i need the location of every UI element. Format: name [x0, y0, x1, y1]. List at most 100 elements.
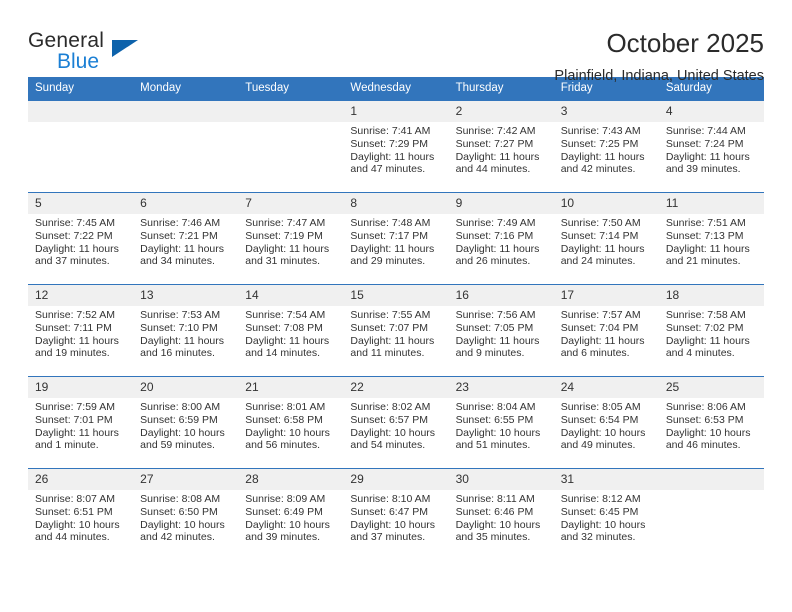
daylight-duration-line2: and 51 minutes.	[455, 439, 531, 452]
daylight-duration-line2: and 24 minutes.	[560, 255, 636, 268]
calendar-body: 1 Sunrise: 7:41 AM Sunset: 7:29 PM Daylight…	[28, 100, 764, 560]
calendar-day-cell[interactable]: 15 Sunrise: 7:55 AM Sunset: 7:07 PM Dayligh…	[343, 284, 449, 377]
daylight-duration-line1: Daylight: 10 hours	[245, 518, 330, 531]
day-sun-info: Sunrise: 7:54 AM Sunset: 7:08 PM Daylight:…	[238, 306, 343, 360]
calendar-day-cell[interactable]: 1 Sunrise: 7:41 AM Sunset: 7:29 PM Daylight…	[343, 100, 449, 193]
daylight-duration-line1: Daylight: 11 hours	[455, 150, 540, 163]
daylight-duration-line1: Daylight: 10 hours	[560, 518, 646, 531]
daylight-duration-line2: and 44 minutes.	[455, 163, 531, 176]
weekday-header-sunday: Sunday	[28, 77, 134, 101]
day-sun-info: Sunrise: 8:00 AM Sunset: 6:59 PM Daylight:…	[133, 398, 238, 452]
sunset-time: Sunset: 6:47 PM	[350, 505, 429, 518]
calendar-day-cell[interactable]: 24 Sunrise: 8:05 AM Sunset: 6:54 PM Dayligh…	[553, 376, 659, 469]
calendar-day-cell[interactable]: 25 Sunrise: 8:06 AM Sunset: 6:53 PM Dayligh…	[658, 376, 764, 469]
daylight-duration-line1: Daylight: 11 hours	[665, 150, 750, 163]
calendar-day-cell[interactable]: 20 Sunrise: 8:00 AM Sunset: 6:59 PM Dayligh…	[133, 376, 239, 469]
day-sun-info: Sunrise: 7:57 AM Sunset: 7:04 PM Daylight:…	[554, 306, 659, 360]
sunrise-time: Sunrise: 7:44 AM	[665, 125, 746, 137]
daylight-duration-line2: and 39 minutes.	[245, 531, 320, 544]
calendar-week-row: 12 Sunrise: 7:52 AM Sunset: 7:11 PM Dayligh…	[28, 284, 764, 377]
general-blue-logo[interactable]: General Blue	[28, 28, 208, 80]
daylight-duration-line1: Daylight: 10 hours	[665, 426, 751, 439]
weekday-header-tuesday: Tuesday	[238, 77, 344, 101]
calendar-day-cell[interactable]: 29 Sunrise: 8:10 AM Sunset: 6:47 PM Dayligh…	[343, 468, 449, 560]
daylight-duration-line1: Daylight: 11 hours	[455, 242, 540, 255]
calendar-day-cell[interactable]: 14 Sunrise: 7:54 AM Sunset: 7:08 PM Dayligh…	[238, 284, 344, 377]
daylight-duration-line1: Daylight: 10 hours	[455, 518, 541, 531]
page-title: October 2025	[606, 28, 764, 58]
calendar-empty-cell	[133, 100, 239, 193]
daylight-duration-line2: and 31 minutes.	[245, 255, 320, 268]
sunrise-time: Sunrise: 7:59 AM	[35, 401, 115, 413]
day-number: 23	[448, 377, 554, 398]
day-number: 27	[133, 469, 239, 490]
calendar-day-cell[interactable]: 16 Sunrise: 7:56 AM Sunset: 7:05 PM Dayligh…	[448, 284, 554, 377]
sunset-time: Sunset: 7:22 PM	[35, 229, 113, 242]
daylight-duration-line2: and 26 minutes.	[455, 255, 531, 268]
calendar-day-cell[interactable]: 10 Sunrise: 7:50 AM Sunset: 7:14 PM Dayligh…	[553, 192, 659, 285]
calendar-day-cell[interactable]: 4 Sunrise: 7:44 AM Sunset: 7:24 PM Daylight…	[658, 100, 764, 193]
calendar-day-cell[interactable]: 19 Sunrise: 7:59 AM Sunset: 7:01 PM Dayligh…	[28, 376, 134, 469]
day-number: 25	[658, 377, 764, 398]
sunrise-time: Sunrise: 8:10 AM	[350, 493, 431, 505]
weekday-header-wednesday: Wednesday	[343, 77, 449, 101]
sunset-time: Sunset: 6:59 PM	[140, 413, 218, 426]
daylight-duration-line2: and 29 minutes.	[350, 255, 426, 268]
calendar-day-cell[interactable]: 26 Sunrise: 8:07 AM Sunset: 6:51 PM Dayligh…	[28, 468, 134, 560]
sunrise-time: Sunrise: 7:52 AM	[35, 309, 115, 321]
day-sun-info: Sunrise: 8:05 AM Sunset: 6:54 PM Daylight:…	[554, 398, 659, 452]
calendar-day-cell[interactable]: 11 Sunrise: 7:51 AM Sunset: 7:13 PM Dayligh…	[658, 192, 764, 285]
day-sun-info: Sunrise: 7:46 AM Sunset: 7:21 PM Daylight:…	[133, 214, 238, 268]
calendar-day-cell[interactable]: 17 Sunrise: 7:57 AM Sunset: 7:04 PM Dayligh…	[553, 284, 659, 377]
calendar-empty-cell	[28, 100, 134, 193]
sunrise-time: Sunrise: 7:41 AM	[350, 125, 431, 137]
calendar-day-cell[interactable]: 3 Sunrise: 7:43 AM Sunset: 7:25 PM Daylight…	[553, 100, 659, 193]
sunrise-time: Sunrise: 8:01 AM	[245, 401, 326, 413]
sunset-time: Sunset: 7:07 PM	[350, 321, 429, 334]
calendar-day-cell[interactable]: 31 Sunrise: 8:12 AM Sunset: 6:45 PM Dayligh…	[553, 468, 659, 560]
day-number: 3	[553, 101, 659, 122]
calendar-day-cell[interactable]: 8 Sunrise: 7:48 AM Sunset: 7:17 PM Daylight…	[343, 192, 449, 285]
day-sun-info: Sunrise: 8:09 AM Sunset: 6:49 PM Daylight:…	[238, 490, 343, 544]
day-number: 29	[343, 469, 449, 490]
sunrise-time: Sunrise: 7:46 AM	[140, 217, 221, 229]
sunrise-time: Sunrise: 7:50 AM	[560, 217, 641, 229]
daylight-duration-line1: Daylight: 11 hours	[665, 334, 750, 347]
calendar-day-cell[interactable]: 28 Sunrise: 8:09 AM Sunset: 6:49 PM Dayligh…	[238, 468, 344, 560]
day-number	[658, 469, 764, 490]
calendar-day-cell[interactable]: 27 Sunrise: 8:08 AM Sunset: 6:50 PM Dayligh…	[133, 468, 239, 560]
calendar-day-cell[interactable]: 23 Sunrise: 8:04 AM Sunset: 6:55 PM Dayligh…	[448, 376, 554, 469]
sunset-time: Sunset: 7:17 PM	[350, 229, 429, 242]
calendar-day-cell[interactable]: 22 Sunrise: 8:02 AM Sunset: 6:57 PM Dayligh…	[343, 376, 449, 469]
day-sun-info: Sunrise: 7:53 AM Sunset: 7:10 PM Daylight:…	[133, 306, 238, 360]
day-sun-info: Sunrise: 7:41 AM Sunset: 7:29 PM Daylight:…	[343, 122, 448, 176]
sunset-time: Sunset: 7:25 PM	[560, 137, 639, 150]
day-number: 21	[238, 377, 344, 398]
calendar-day-cell[interactable]: 7 Sunrise: 7:47 AM Sunset: 7:19 PM Daylight…	[238, 192, 344, 285]
sunset-time: Sunset: 6:45 PM	[560, 505, 639, 518]
daylight-duration-line2: and 19 minutes.	[35, 347, 110, 360]
day-number: 2	[448, 101, 554, 122]
calendar-day-cell[interactable]: 5 Sunrise: 7:45 AM Sunset: 7:22 PM Daylight…	[28, 192, 134, 285]
calendar-day-cell[interactable]: 2 Sunrise: 7:42 AM Sunset: 7:27 PM Daylight…	[448, 100, 554, 193]
daylight-duration-line1: Daylight: 10 hours	[245, 426, 330, 439]
calendar-day-cell[interactable]: 6 Sunrise: 7:46 AM Sunset: 7:21 PM Daylight…	[133, 192, 239, 285]
daylight-duration-line1: Daylight: 11 hours	[560, 150, 645, 163]
sunrise-time: Sunrise: 8:02 AM	[350, 401, 431, 413]
day-sun-info: Sunrise: 7:44 AM Sunset: 7:24 PM Daylight:…	[659, 122, 764, 176]
day-sun-info: Sunrise: 7:43 AM Sunset: 7:25 PM Daylight:…	[554, 122, 659, 176]
calendar-day-cell[interactable]: 30 Sunrise: 8:11 AM Sunset: 6:46 PM Dayligh…	[448, 468, 554, 560]
day-sun-info: Sunrise: 8:10 AM Sunset: 6:47 PM Daylight:…	[343, 490, 448, 544]
sunset-time: Sunset: 6:54 PM	[560, 413, 639, 426]
calendar-day-cell[interactable]: 9 Sunrise: 7:49 AM Sunset: 7:16 PM Daylight…	[448, 192, 554, 285]
page-header: General Blue October 2025 Plainfield, In…	[28, 0, 764, 84]
day-sun-info: Sunrise: 8:02 AM Sunset: 6:57 PM Daylight:…	[343, 398, 448, 452]
day-number: 15	[343, 285, 449, 306]
calendar-day-cell[interactable]: 13 Sunrise: 7:53 AM Sunset: 7:10 PM Dayligh…	[133, 284, 239, 377]
sunrise-time: Sunrise: 7:55 AM	[350, 309, 431, 321]
calendar-day-cell[interactable]: 18 Sunrise: 7:58 AM Sunset: 7:02 PM Dayligh…	[658, 284, 764, 377]
calendar-day-cell[interactable]: 12 Sunrise: 7:52 AM Sunset: 7:11 PM Dayligh…	[28, 284, 134, 377]
day-number: 9	[448, 193, 554, 214]
sunrise-time: Sunrise: 7:58 AM	[665, 309, 746, 321]
calendar-day-cell[interactable]: 21 Sunrise: 8:01 AM Sunset: 6:58 PM Dayligh…	[238, 376, 344, 469]
